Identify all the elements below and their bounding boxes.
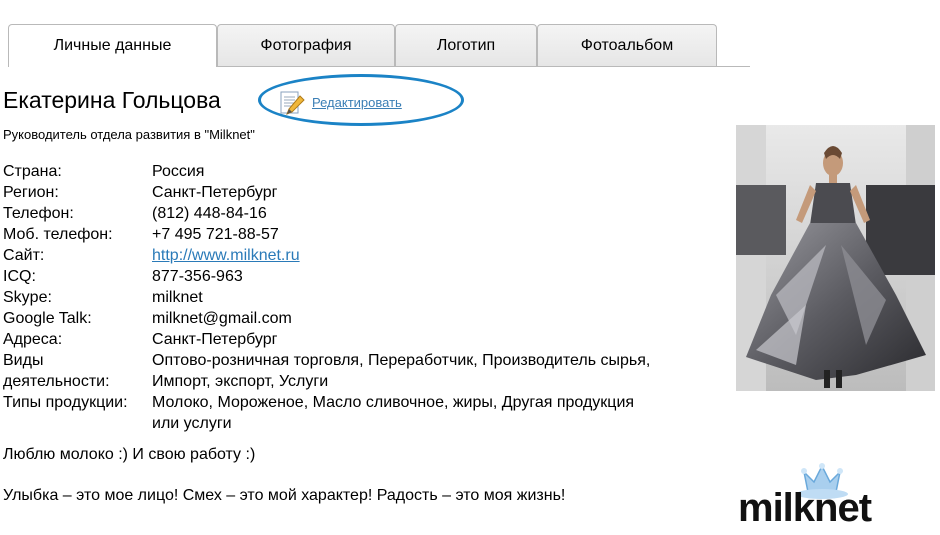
logo-text: milknet bbox=[738, 486, 872, 530]
about-text-1: Люблю молоко :) И свою работу :) bbox=[3, 446, 256, 463]
detail-value: milknet@gmail.com bbox=[152, 310, 292, 327]
detail-value: Россия bbox=[152, 163, 205, 180]
detail-value: http://www.milknet.ru bbox=[152, 245, 662, 266]
detail-label: Телефон: bbox=[3, 205, 74, 222]
milknet-logo: milknet bbox=[738, 462, 886, 530]
tab-photo-album[interactable]: Фотоальбом bbox=[537, 24, 717, 66]
detail-label: ICQ: bbox=[3, 268, 36, 285]
detail-value: Оптово-розничная торговля, Переработчик,… bbox=[152, 352, 651, 390]
detail-row-activities: Виды деятельности: Оптово-розничная торг… bbox=[3, 350, 662, 392]
detail-label: Skype: bbox=[3, 289, 52, 306]
detail-label: Сайт: bbox=[3, 247, 45, 264]
detail-row-address: Адреса: Санкт-Петербург bbox=[3, 329, 662, 350]
profile-details: Страна: Россия Регион: Санкт-Петербург Т… bbox=[3, 161, 662, 434]
profile-tabs: Личные данные Фотография Логотип Фотоаль… bbox=[8, 24, 750, 67]
site-link[interactable]: http://www.milknet.ru bbox=[152, 247, 300, 264]
about-text-2: Улыбка – это мое лицо! Смех – это мой ха… bbox=[3, 487, 566, 504]
detail-value: Санкт-Петербург bbox=[152, 184, 278, 201]
tab-photo[interactable]: Фотография bbox=[217, 24, 395, 66]
detail-label: Виды деятельности: bbox=[3, 352, 110, 390]
detail-value: (812) 448-84-16 bbox=[152, 205, 267, 222]
detail-label: Регион: bbox=[3, 184, 59, 201]
tab-personal-data[interactable]: Личные данные bbox=[8, 24, 217, 67]
detail-row-google-talk: Google Talk: milknet@gmail.com bbox=[3, 308, 662, 329]
detail-row-country: Страна: Россия bbox=[3, 161, 662, 182]
detail-label: Моб. телефон: bbox=[3, 226, 113, 243]
edit-link[interactable]: Редактировать bbox=[312, 95, 402, 110]
detail-row-product-types: Типы продукции: Молоко, Мороженое, Масло… bbox=[3, 392, 662, 434]
profile-position: Руководитель отдела развития в "Milknet" bbox=[3, 127, 255, 142]
detail-label: Типы продукции: bbox=[3, 394, 128, 411]
detail-label: Страна: bbox=[3, 163, 62, 180]
detail-row-site: Сайт: http://www.milknet.ru bbox=[3, 245, 662, 266]
detail-value: +7 495 721-88-57 bbox=[152, 226, 279, 243]
detail-value: milknet bbox=[152, 289, 203, 306]
detail-row-region: Регион: Санкт-Петербург bbox=[3, 182, 662, 203]
detail-value: Молоко, Мороженое, Масло сливочное, жиры… bbox=[152, 394, 635, 432]
detail-row-phone: Телефон: (812) 448-84-16 bbox=[3, 203, 662, 224]
detail-row-mobile: Моб. телефон: +7 495 721-88-57 bbox=[3, 224, 662, 245]
detail-label: Адреса: bbox=[3, 331, 63, 348]
profile-photo bbox=[736, 125, 935, 391]
detail-label: Google Talk: bbox=[3, 310, 92, 327]
tab-logo[interactable]: Логотип bbox=[395, 24, 537, 66]
detail-value: Санкт-Петербург bbox=[152, 331, 278, 348]
detail-row-icq: ICQ: 877-356-963 bbox=[3, 266, 662, 287]
edit-link-group[interactable]: Редактировать bbox=[278, 88, 402, 116]
detail-value: 877-356-963 bbox=[152, 268, 243, 285]
detail-row-skype: Skype: milknet bbox=[3, 287, 662, 308]
edit-document-icon[interactable] bbox=[278, 88, 306, 116]
profile-name: Екатерина Гольцова bbox=[3, 87, 221, 113]
